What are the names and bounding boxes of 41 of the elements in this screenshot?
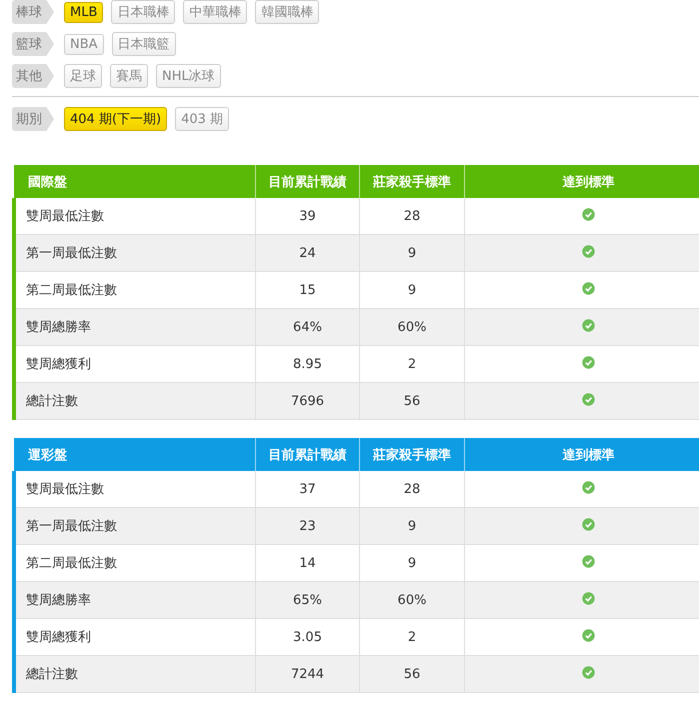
filter-button[interactable]: NBA bbox=[64, 34, 104, 54]
filter-button[interactable]: MLB bbox=[64, 2, 104, 22]
column-header: 莊家殺手標準 bbox=[360, 165, 464, 198]
table-cell: 總計注數 bbox=[14, 382, 256, 420]
period-label: 期別 bbox=[12, 107, 54, 131]
column-header: 國際盤 bbox=[14, 165, 256, 198]
filter-button[interactable]: 日本職棒 bbox=[111, 0, 176, 24]
table-cell: 總計注數 bbox=[14, 656, 256, 692]
column-header: 達到標準 bbox=[464, 438, 699, 471]
category-label: 棒球 bbox=[12, 0, 54, 24]
period-button[interactable]: 403 期 bbox=[175, 107, 230, 131]
filter-button[interactable]: 韓國職棒 bbox=[255, 0, 320, 24]
column-header: 目前累計戰績 bbox=[256, 438, 360, 471]
table-cell: 9 bbox=[360, 234, 464, 272]
table-cell: 56 bbox=[360, 656, 464, 692]
table-cell: 9 bbox=[360, 508, 464, 544]
table-cell: 64% bbox=[256, 308, 360, 346]
filter-button[interactable]: 日本職籃 bbox=[112, 32, 176, 56]
table-cell: 第一周最低注數 bbox=[14, 234, 256, 272]
category-label: 其他 bbox=[12, 64, 54, 88]
column-header: 運彩盤 bbox=[14, 438, 256, 471]
filter-button[interactable]: NHL冰球 bbox=[156, 64, 221, 88]
period-button[interactable]: 404 期(下一期) bbox=[64, 107, 168, 131]
filter-button[interactable]: 賽馬 bbox=[110, 64, 148, 88]
table-cell: 24 bbox=[256, 234, 360, 272]
table-cell: 7696 bbox=[256, 382, 360, 420]
table-cell: 第一周最低注數 bbox=[14, 508, 256, 544]
table-cell: 56 bbox=[360, 382, 464, 420]
table-cell: 23 bbox=[256, 508, 360, 544]
table-cell: 65% bbox=[256, 582, 360, 618]
filter-button[interactable]: 中華職棒 bbox=[183, 0, 248, 24]
table-cell: 60% bbox=[360, 582, 464, 618]
table-cell: 雙周總勝率 bbox=[14, 308, 256, 346]
table-cell: 雙周總勝率 bbox=[14, 582, 256, 618]
category-label: 籃球 bbox=[12, 32, 54, 56]
filter-button[interactable]: 足球 bbox=[64, 64, 102, 88]
column-header: 達到標準 bbox=[464, 165, 699, 198]
column-header: 目前累計戰績 bbox=[256, 165, 360, 198]
table-cell: 7244 bbox=[256, 656, 360, 692]
table-cell: 60% bbox=[360, 308, 464, 346]
column-header: 莊家殺手標準 bbox=[360, 438, 464, 471]
